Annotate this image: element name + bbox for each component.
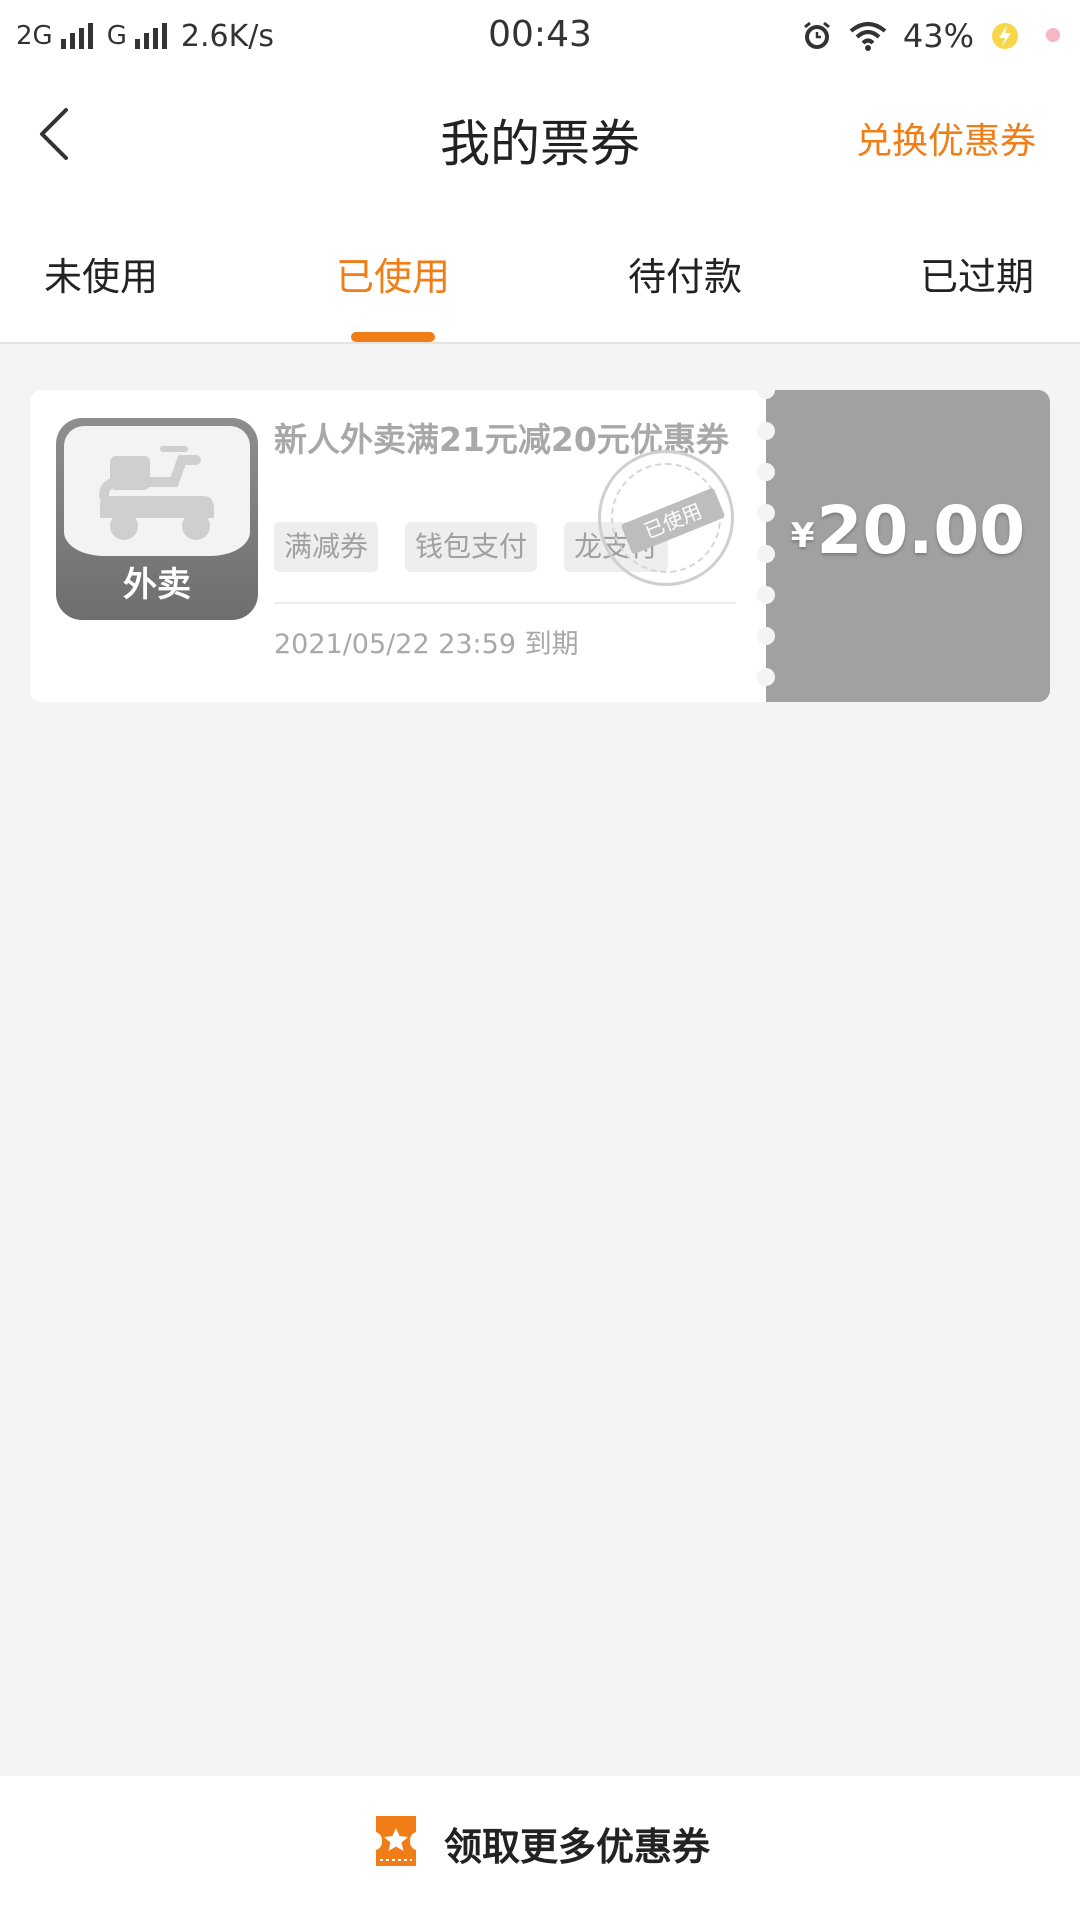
scooter-icon [64, 426, 250, 556]
notification-dot-icon [1046, 28, 1060, 42]
coupon-divider [274, 602, 736, 604]
coupon-tag-wallet-pay: 钱包支付 [405, 522, 538, 572]
coupon-info: 外卖 新人外卖满21元减20元优惠券 满减券 钱包支付 龙支付 已使用 2021… [30, 390, 766, 702]
ticket-icon [370, 1812, 422, 1874]
coupon-amount: ¥20.00 [766, 492, 1050, 569]
ticket-notch [757, 668, 775, 686]
tab-pending-payment[interactable]: 待付款 [628, 246, 742, 301]
coupon-expiry: 2021/05/22 23:59 到期 [274, 629, 579, 660]
tab-unused[interactable]: 未使用 [44, 246, 158, 301]
ticket-notch [757, 422, 775, 440]
app-header: 我的票券 兑换优惠券 [0, 76, 1080, 194]
ticket-notch [757, 381, 775, 399]
ticket-notch [757, 504, 775, 522]
active-tab-indicator [351, 332, 435, 342]
tab-expired[interactable]: 已过期 [920, 246, 1034, 301]
ticket-notch [757, 463, 775, 481]
takeaway-app-icon: 外卖 [56, 418, 258, 620]
status-right: 43% [801, 14, 1020, 58]
ticket-notch [757, 545, 775, 563]
wifi-icon [849, 21, 887, 51]
used-stamp: 已使用 [598, 450, 734, 586]
coupon-amount-panel: ¥20.00 [766, 390, 1050, 702]
alarm-icon [801, 20, 833, 52]
tab-used[interactable]: 已使用 [336, 246, 450, 301]
coupon-tag-full-reduction: 满减券 [274, 522, 379, 572]
bottom-bar: 领取更多优惠券 [0, 1776, 1080, 1920]
ticket-notch [757, 586, 775, 604]
coupon-card[interactable]: 外卖 新人外卖满21元减20元优惠券 满减券 钱包支付 龙支付 已使用 2021… [30, 381, 1050, 702]
status-bar: 2G G 2.6K/s 00:43 43% [0, 0, 1080, 76]
amount-value: 20.00 [816, 492, 1026, 569]
battery-percent: 43% [902, 17, 974, 55]
currency-symbol: ¥ [790, 516, 815, 556]
get-more-coupons-label: 领取更多优惠券 [443, 1824, 710, 1869]
coupon-tabs: 未使用 已使用 待付款 已过期 [0, 194, 1080, 344]
ticket-notch [757, 627, 775, 645]
charging-icon [990, 21, 1020, 51]
exchange-coupon-button[interactable]: 兑换优惠券 [856, 112, 1036, 164]
app-icon-label: 外卖 [123, 565, 191, 605]
get-more-coupons-button[interactable]: 领取更多优惠券 [0, 1812, 1080, 1874]
